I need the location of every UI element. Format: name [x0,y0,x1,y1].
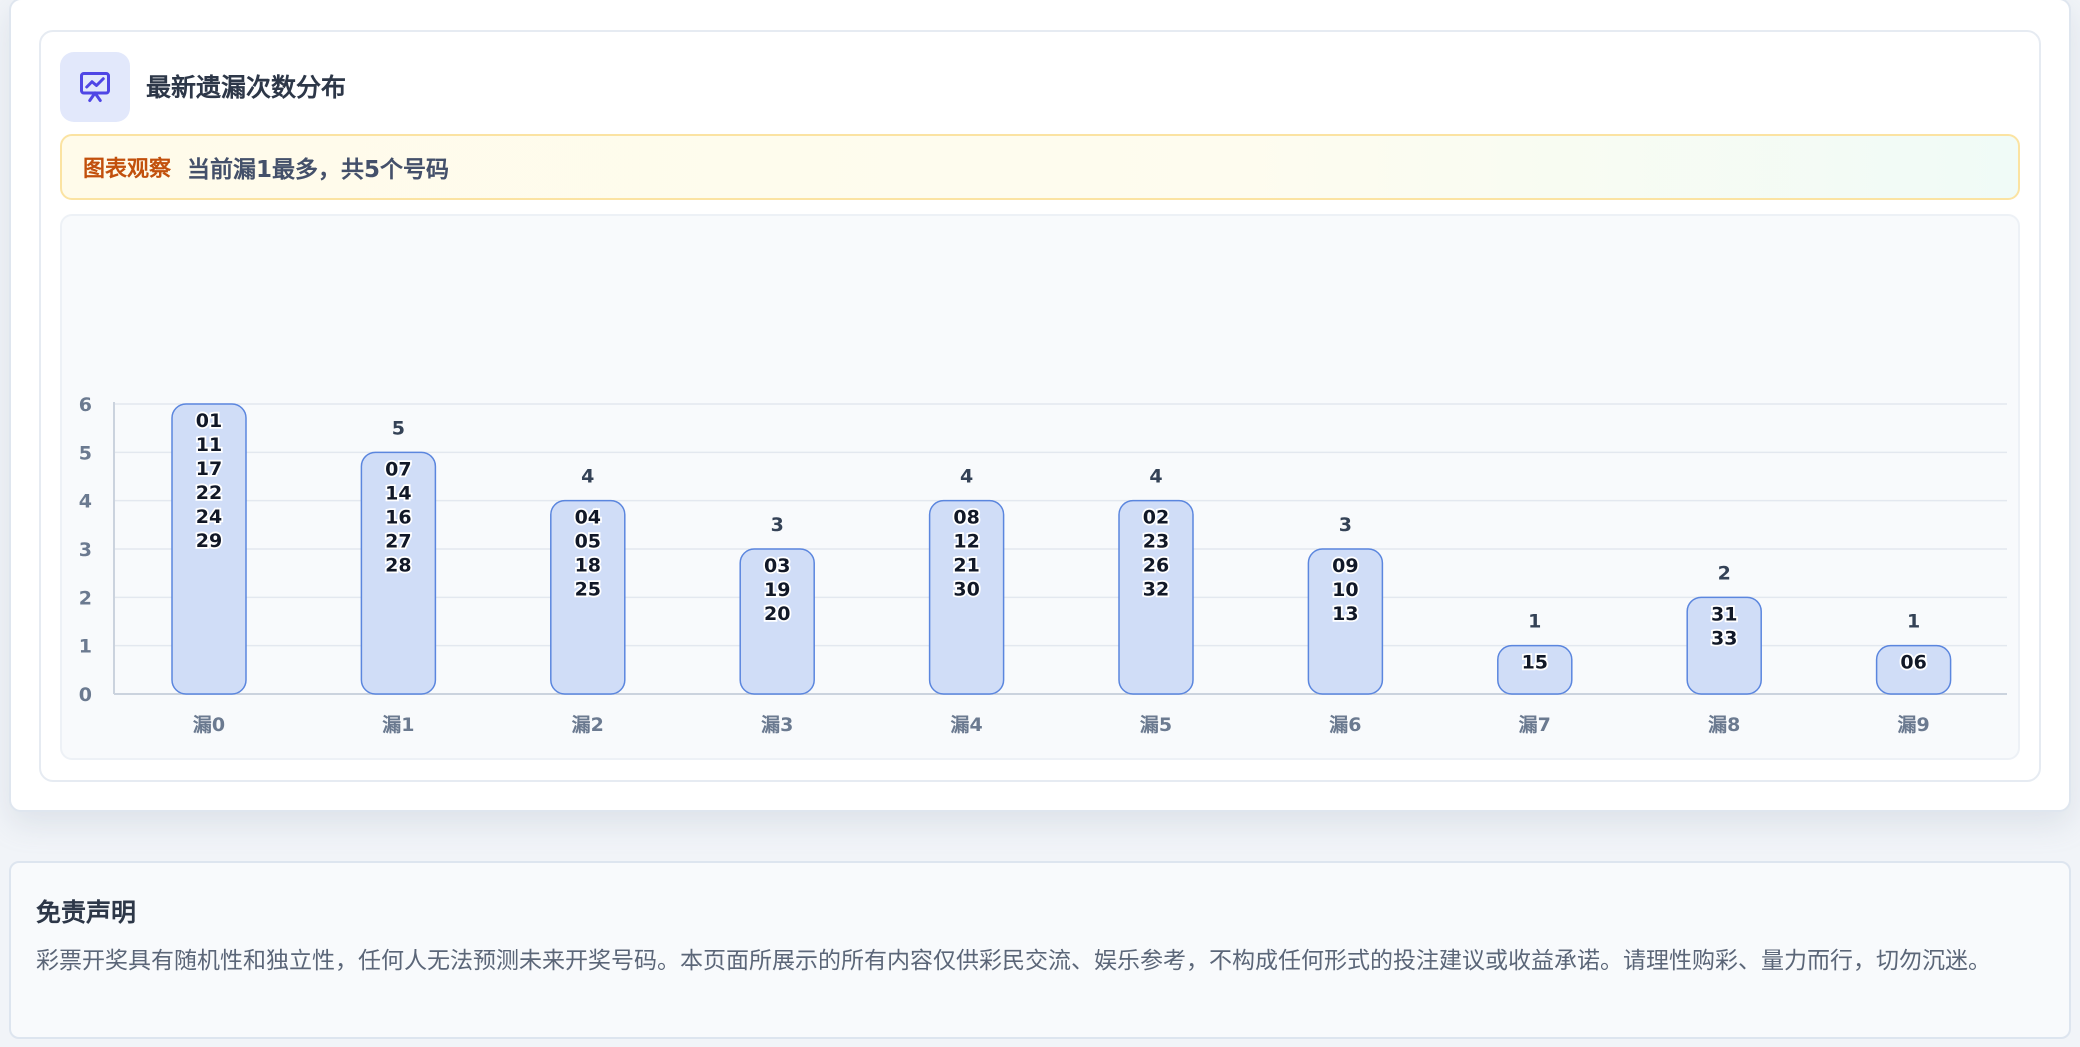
section-title: 最新遗漏次数分布 [146,73,347,102]
disclaimer-text: 彩票开奖具有随机性和独立性，任何人无法预测未来开奖号码。本页面所展示的所有内容仅… [36,948,1991,974]
bar-value-label: 4 [960,466,973,488]
bar-number-label: 09 [1332,555,1358,577]
bar-number-label: 06 [1900,652,1926,674]
y-tick-label: 2 [79,587,92,609]
bar-number-label: 12 [953,531,979,553]
bar-number-label: 25 [575,579,601,601]
bar-number-label: 05 [575,531,601,553]
y-tick-label: 0 [79,684,92,706]
y-tick-label: 4 [79,491,92,513]
omission-bar-chart: 0123456011117222429漏050714162728漏1404051… [79,394,2007,736]
x-category-label: 漏6 [1329,714,1361,736]
bar-number-label: 33 [1711,627,1737,649]
chart-presentation-icon [60,52,130,122]
bar-number-label: 20 [764,603,790,625]
bar-number-label: 04 [575,507,601,529]
x-category-label: 漏4 [950,714,982,736]
x-category-label: 漏8 [1708,714,1740,736]
bar-number-label: 22 [196,482,222,504]
bar-number-label: 24 [196,506,222,528]
chart-container: 0 1 2 3 4 5 6 01 11 17 22 24 29 漏0 5 07 14 16 27 28 漏1 4 04 05 1… [60,214,2020,760]
observation-text: 当前漏1最多，共5个号码 [187,157,450,183]
bar-value-label: 3 [771,514,784,536]
bar-value-label: 2 [1718,562,1731,584]
x-category-label: 漏0 [193,714,225,736]
bar-number-label: 28 [385,554,411,576]
x-category-label: 漏9 [1897,714,1929,736]
bar-number-label: 30 [953,579,979,601]
y-tick-label: 3 [79,539,92,561]
bar-number-label: 07 [385,458,411,480]
chart-observation-banner: 图表观察 当前漏1最多，共5个号码 [60,134,2020,200]
bar-number-label: 32 [1143,579,1169,601]
bar-value-label: 1 [1907,611,1920,633]
bar-number-label: 19 [764,579,790,601]
bar-number-label: 01 [196,410,222,432]
bar-number-label: 23 [1143,531,1169,553]
y-tick-label: 6 [79,394,92,416]
bar-number-label: 16 [385,506,411,528]
bar-number-label: 11 [196,434,222,456]
x-category-label: 漏2 [572,714,604,736]
bar-value-label: 4 [1149,466,1162,488]
bar-number-label: 26 [1143,555,1169,577]
x-category-label: 漏3 [761,714,793,736]
bar-number-label: 31 [1711,603,1737,625]
bar-number-label: 29 [196,530,222,552]
bar-number-label: 18 [575,555,601,577]
disclaimer-title: 免责声明 [36,898,137,927]
bar-number-label: 02 [1143,507,1169,529]
bar-number-label: 15 [1522,652,1548,674]
bar-number-label: 03 [764,555,790,577]
bar-value-label: 3 [1339,514,1352,536]
bar-number-label: 10 [1332,579,1358,601]
observation-label: 图表观察 [83,157,172,182]
disclaimer-panel: 免责声明 彩票开奖具有随机性和独立性，任何人无法预测未来开奖号码。本页面所展示的… [9,861,2071,1039]
bar-number-label: 27 [385,530,411,552]
y-tick-label: 5 [79,442,92,464]
bar-value-label: 1 [1528,611,1541,633]
bar-value-label: 4 [581,466,594,488]
bar-number-label: 14 [385,482,411,504]
bar-number-label: 17 [196,458,222,480]
x-category-label: 漏7 [1519,714,1551,736]
x-category-label: 漏5 [1140,714,1172,736]
bar-value-label: 5 [392,417,405,439]
y-tick-label: 1 [79,636,92,658]
bar-number-label: 13 [1332,603,1358,625]
x-category-label: 漏1 [382,714,414,736]
bar-number-label: 08 [953,507,979,529]
bar-number-label: 21 [953,555,979,577]
